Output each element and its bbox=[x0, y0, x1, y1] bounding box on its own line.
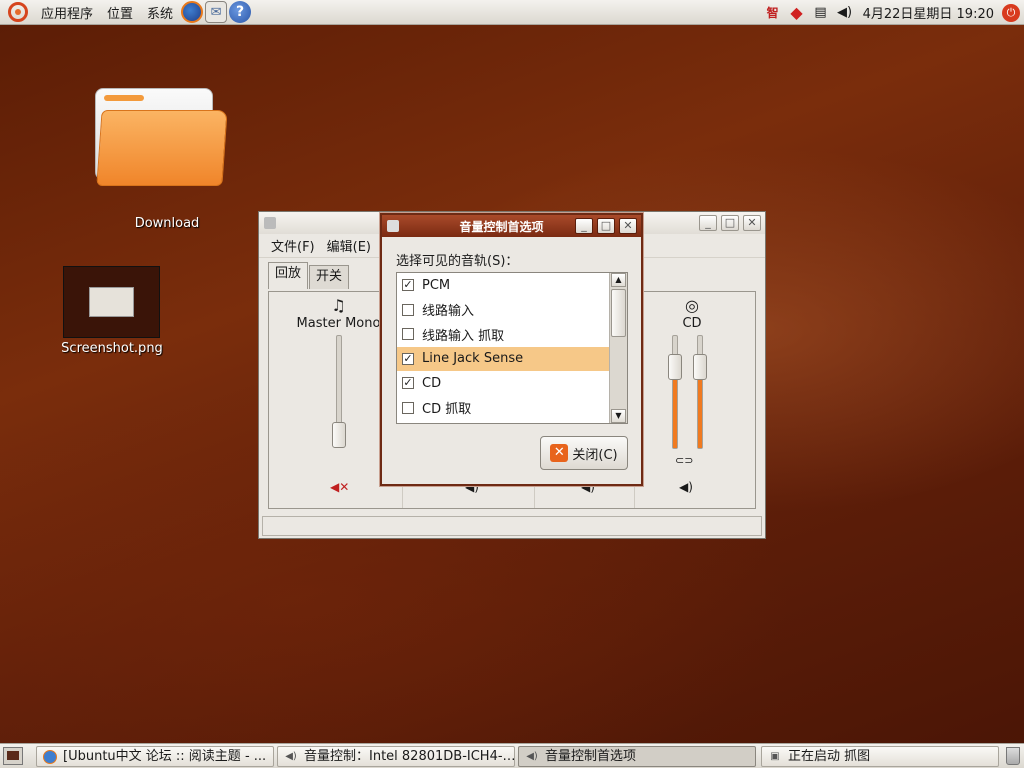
firefox-launcher-icon[interactable] bbox=[181, 1, 204, 23]
list-item[interactable]: 线路输入 bbox=[397, 298, 609, 323]
screenshot-label[interactable]: Screenshot.png bbox=[52, 341, 172, 356]
show-desktop-button[interactable] bbox=[3, 747, 23, 765]
scroll-down-button[interactable]: ▼ bbox=[611, 409, 626, 423]
volume-icon[interactable]: ◀) bbox=[836, 4, 854, 22]
network-icon[interactable]: ▤ bbox=[812, 4, 830, 22]
menu-applications[interactable]: 应用程序 bbox=[34, 3, 100, 22]
mail-launcher-icon[interactable]: ✉ bbox=[205, 1, 228, 23]
task-label: 音量控制首选项 bbox=[545, 749, 637, 764]
scroll-thumb[interactable] bbox=[611, 289, 626, 337]
clock[interactable]: 4月22日星期日 19:20 bbox=[857, 3, 1000, 22]
track-label: CD bbox=[682, 316, 702, 331]
update-notifier-icon[interactable]: ◆ bbox=[788, 3, 806, 22]
checkbox[interactable]: ✓ bbox=[402, 352, 414, 365]
minimize-button[interactable]: _ bbox=[699, 215, 717, 231]
input-method-icon[interactable]: 智 bbox=[764, 4, 782, 22]
tracks-list[interactable]: ✓ PCM 线路输入 线路输入 抓取 ✓ Line Jack Sense ✓ C… bbox=[396, 272, 628, 424]
list-item-label: CD 抓取 bbox=[422, 402, 472, 418]
muted-speaker-icon[interactable]: ◀✕ bbox=[330, 480, 349, 494]
system-tray: 智 ◆ ▤ ◀) 4月22日星期日 19:20 ⏻ bbox=[761, 0, 1024, 25]
master-mono-slider[interactable] bbox=[332, 335, 346, 448]
firefox-icon bbox=[43, 750, 57, 764]
maximize-button[interactable]: □ bbox=[721, 215, 739, 231]
cd-disc-icon: ◎ bbox=[685, 296, 699, 315]
checkbox[interactable] bbox=[402, 401, 414, 414]
minimize-button[interactable]: _ bbox=[575, 218, 593, 234]
tab-switches[interactable]: 开关 bbox=[309, 265, 350, 289]
menu-places[interactable]: 位置 bbox=[100, 3, 140, 22]
list-item-label: PCM bbox=[422, 277, 451, 293]
list-item-label: Line Jack Sense bbox=[422, 351, 524, 367]
tab-strip: 回放 开关 bbox=[268, 262, 350, 289]
menu-system[interactable]: 系统 bbox=[140, 3, 180, 22]
visible-tracks-label: 选择可见的音轨(S)： bbox=[396, 254, 519, 269]
cd-right-slider[interactable] bbox=[693, 335, 707, 449]
slider-knob[interactable] bbox=[332, 422, 346, 448]
screenshot-thumbnail-icon[interactable] bbox=[63, 266, 160, 338]
menu-edit[interactable]: 编辑(E) bbox=[321, 236, 377, 255]
list-item[interactable]: ✓ PCM bbox=[397, 273, 609, 298]
list-item[interactable]: ✓ CD bbox=[397, 371, 609, 396]
task-preferences[interactable]: ◀) 音量控制首选项 bbox=[518, 746, 756, 767]
tab-playback[interactable]: 回放 bbox=[268, 262, 309, 289]
speaker-icon: ◀) bbox=[526, 751, 538, 762]
track-cd: ◎ CD ⊂⊃ ◀) bbox=[635, 292, 749, 508]
channel-lock-icon[interactable]: ⊂⊃ bbox=[675, 454, 693, 467]
help-launcher-icon[interactable]: ? bbox=[229, 1, 252, 23]
checkbox[interactable] bbox=[402, 328, 414, 341]
menu-file[interactable]: 文件(F) bbox=[265, 236, 321, 255]
close-window-button[interactable]: ✕ bbox=[619, 218, 637, 234]
camera-icon: ▣ bbox=[770, 751, 780, 762]
task-firefox[interactable]: [Ubuntu中文 论坛 :: 阅读主题 - ... bbox=[36, 746, 274, 767]
bottom-panel: [Ubuntu中文 论坛 :: 阅读主题 - ... ◀) 音量控制：Intel… bbox=[0, 743, 1024, 768]
dialog-titlebar[interactable]: 音量控制首选项 _ □ ✕ bbox=[382, 215, 641, 237]
checkbox[interactable] bbox=[402, 303, 414, 316]
checkbox[interactable]: ✓ bbox=[402, 279, 414, 292]
speaker-icon[interactable]: ◀) bbox=[679, 480, 693, 494]
list-item-label: 线路输入 bbox=[422, 304, 475, 320]
status-bar bbox=[262, 516, 762, 536]
preferences-dialog: 音量控制首选项 _ □ ✕ 选择可见的音轨(S)： ✓ PCM 线路输入 线路输… bbox=[380, 213, 643, 486]
slider-knob[interactable] bbox=[693, 354, 707, 380]
list-item-label: 线路输入 抓取 bbox=[422, 328, 505, 344]
close-icon: ✕ bbox=[550, 444, 569, 462]
task-label: [Ubuntu中文 论坛 :: 阅读主题 - ... bbox=[63, 749, 267, 764]
power-icon[interactable]: ⏻ bbox=[1002, 3, 1020, 22]
trash-icon[interactable] bbox=[1006, 747, 1020, 765]
ubuntu-logo-icon[interactable] bbox=[8, 2, 28, 22]
cd-left-slider[interactable] bbox=[668, 335, 682, 449]
maximize-button[interactable]: □ bbox=[597, 218, 615, 234]
scroll-up-button[interactable]: ▲ bbox=[611, 273, 626, 287]
list-rows: ✓ PCM 线路输入 线路输入 抓取 ✓ Line Jack Sense ✓ C… bbox=[397, 273, 609, 420]
download-label[interactable]: Download bbox=[120, 216, 214, 231]
list-item[interactable]: 线路输入 抓取 bbox=[397, 322, 609, 347]
close-button-label: 关闭(C) bbox=[572, 447, 618, 463]
close-button[interactable]: ✕ 关闭(C) bbox=[540, 436, 628, 470]
close-window-button[interactable]: ✕ bbox=[743, 215, 761, 231]
list-item-label: CD bbox=[422, 375, 442, 391]
list-item-selected[interactable]: ✓ Line Jack Sense bbox=[397, 346, 609, 371]
list-scrollbar[interactable]: ▲ ▼ bbox=[609, 273, 627, 423]
task-volume-control[interactable]: ◀) 音量控制：Intel 82801DB-ICH4-… bbox=[277, 746, 515, 767]
list-item[interactable]: CD 抓取 bbox=[397, 396, 609, 421]
task-label: 音量控制：Intel 82801DB-ICH4-… bbox=[304, 749, 515, 764]
task-label: 正在启动 抓图 bbox=[788, 749, 871, 764]
task-screenshot[interactable]: ▣ 正在启动 抓图 bbox=[761, 746, 999, 767]
checkbox[interactable]: ✓ bbox=[402, 377, 414, 390]
download-folder-icon[interactable] bbox=[95, 88, 228, 188]
speaker-icon: ◀) bbox=[285, 751, 297, 762]
top-panel: 应用程序 位置 系统 ✉ ? 智 ◆ ▤ ◀) 4月22日星期日 19:20 ⏻ bbox=[0, 0, 1024, 25]
slider-knob[interactable] bbox=[668, 354, 682, 380]
